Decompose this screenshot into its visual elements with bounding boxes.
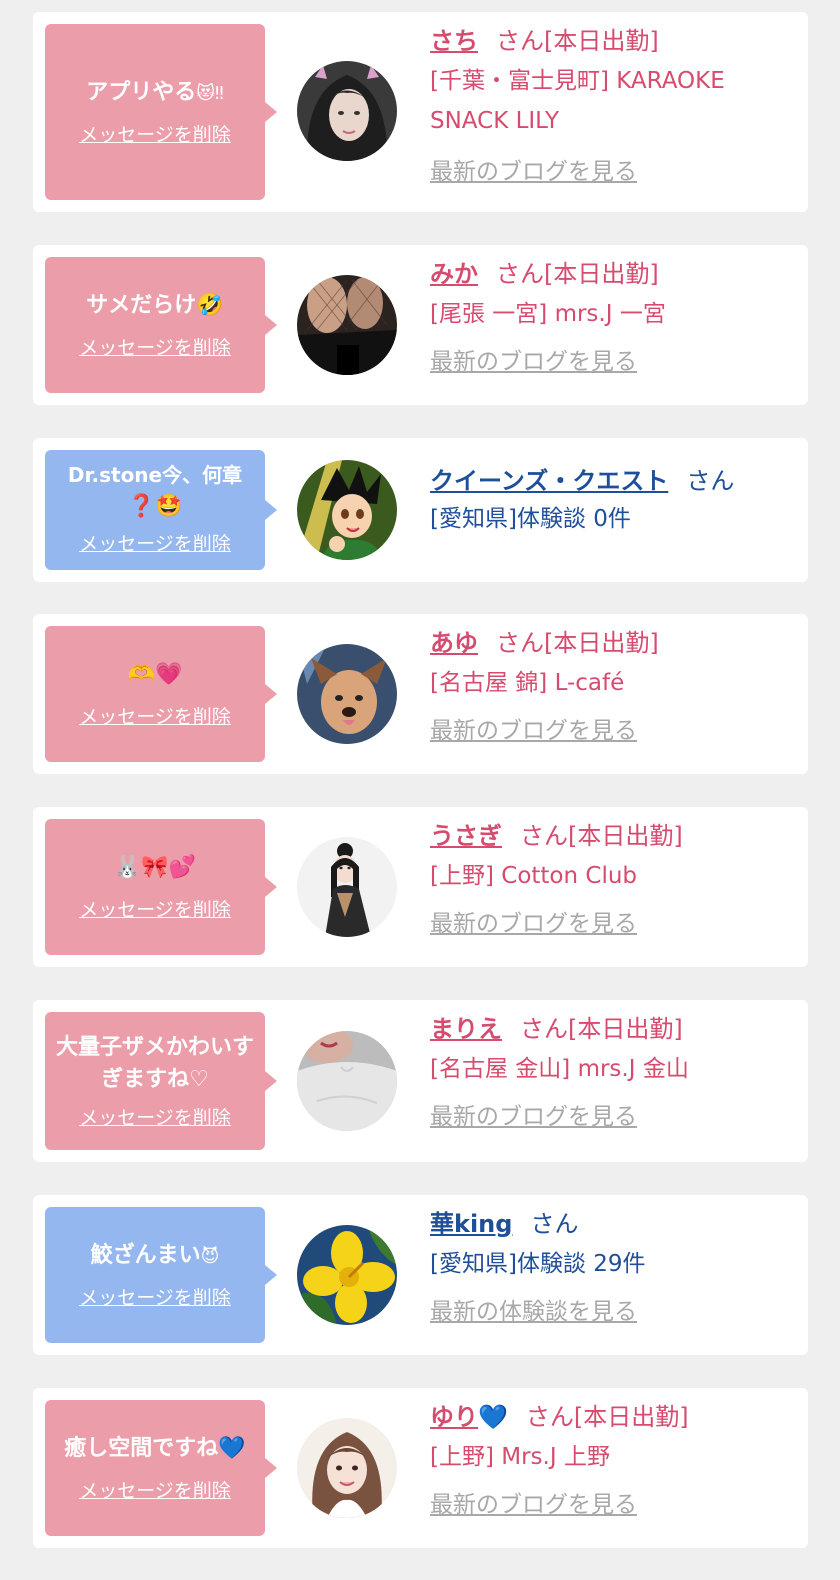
latest-blog-link[interactable]: 最新のブログを見る: [430, 152, 637, 186]
list-item: アプリやる😻‼ メッセージを削除 さち さん[本日出勤] [千葉・富士見町] KA…: [33, 12, 808, 212]
list-item: 🫶💗 メッセージを削除 あゆ さん[本日出勤] [名古屋 錦] L-café 最新…: [33, 614, 808, 774]
name-suffix: さん[本日出勤]: [520, 822, 683, 850]
profile-info: まりえ さん[本日出勤] [名古屋 金山] mrs.J 金山 最新のブログを見る: [430, 1014, 788, 1131]
latest-blog-link[interactable]: 最新のブログを見る: [430, 904, 637, 938]
shop-info[interactable]: [愛知県]体験談 29件: [430, 1244, 788, 1284]
list-item: Dr.stone今、何章 ❓🤩 メッセージを削除 クイーンズ・クエスト さん [愛知…: [33, 438, 808, 582]
list-item: 🐰🎀💕 メッセージを削除 うさぎ さん[本日出勤] [上野] Cotton Clu…: [33, 807, 808, 967]
shop-info[interactable]: [上野] Mrs.J 上野: [430, 1437, 788, 1477]
latest-review-link[interactable]: 最新の体験談を見る: [430, 1292, 637, 1326]
list-item: サメだらけ🤣 メッセージを削除 みか さん[本日出勤] [尾張 一宮] mrs.J…: [33, 245, 808, 405]
name-suffix: さん[本日出勤]: [496, 260, 659, 288]
name-line: さち さん[本日出勤]: [430, 26, 788, 57]
delete-message-link[interactable]: メッセージを削除: [79, 529, 231, 556]
message-text: 大量子ザメかわいすぎますね♡: [55, 1034, 254, 1092]
message-text: Dr.stone今、何章 ❓🤩: [68, 460, 242, 523]
delete-message-link[interactable]: メッセージを削除: [79, 333, 231, 360]
shop-info[interactable]: [千葉・富士見町] KARAOKE SNACK LILY: [430, 61, 788, 142]
name-line: あゆ さん[本日出勤]: [430, 628, 788, 659]
profile-info: さち さん[本日出勤] [千葉・富士見町] KARAOKE SNACK LILY …: [430, 26, 788, 186]
name-suffix: さん[本日出勤]: [496, 27, 659, 55]
shop-info[interactable]: [愛知県]体験談 0件: [430, 499, 788, 539]
avatar-yellow-flower[interactable]: [297, 1225, 397, 1325]
delete-message-link[interactable]: メッセージを削除: [79, 702, 231, 729]
message-text: サメだらけ🤣: [86, 290, 223, 322]
name-line: まりえ さん[本日出勤]: [430, 1014, 788, 1045]
profile-name-link[interactable]: うさぎ: [430, 822, 502, 850]
delete-message-link[interactable]: メッセージを削除: [79, 120, 231, 147]
profile-name-link[interactable]: ゆり💙: [430, 1403, 508, 1431]
profile-name-link[interactable]: まりえ: [430, 1015, 502, 1043]
list-item: 癒し空間ですね💙 メッセージを削除 ゆり💙 さん[本日出勤] [上野] Mrs.J…: [33, 1388, 808, 1548]
avatar-legs-photo[interactable]: [297, 275, 397, 375]
message-emoji: ❓🤩: [127, 494, 183, 519]
message-bubble: 🫶💗 メッセージを削除: [45, 626, 277, 762]
message-emoji: 🫶💗: [127, 661, 183, 687]
message-emoji: 💙: [218, 1435, 246, 1461]
name-line: みか さん[本日出勤]: [430, 259, 788, 290]
message-emoji: 🤣: [196, 292, 224, 318]
name-suffix: さん[本日出勤]: [520, 1015, 683, 1043]
message-bubble: サメだらけ🤣 メッセージを削除: [45, 257, 277, 393]
message-bubble: 鮫ざんまい😈 メッセージを削除: [45, 1207, 277, 1343]
avatar-dog-filter-photo[interactable]: [297, 644, 397, 744]
name-suffix: さん: [530, 1210, 579, 1238]
message-text: 癒し空間ですね💙: [64, 1433, 245, 1465]
message-bubble: 大量子ザメかわいすぎますね♡ メッセージを削除: [45, 1012, 277, 1150]
delete-message-link[interactable]: メッセージを削除: [79, 895, 231, 922]
name-suffix: さん[本日出勤]: [525, 1403, 689, 1431]
latest-blog-link[interactable]: 最新のブログを見る: [430, 342, 637, 376]
profile-info: うさぎ さん[本日出勤] [上野] Cotton Club 最新のブログを見る: [430, 821, 788, 938]
profile-name-link[interactable]: 華king: [430, 1210, 512, 1238]
message-emoji: 🐰🎀💕: [113, 854, 197, 880]
profile-name-link[interactable]: あゆ: [430, 629, 478, 657]
latest-blog-link[interactable]: 最新のブログを見る: [430, 711, 637, 745]
profile-name-link[interactable]: クイーンズ・クエスト: [430, 467, 668, 495]
latest-blog-link[interactable]: 最新のブログを見る: [430, 1097, 637, 1131]
profile-info: クイーンズ・クエスト さん [愛知県]体験談 0件: [430, 466, 788, 539]
list-item: 大量子ザメかわいすぎますね♡ メッセージを削除 まりえ さん[本日出勤] [名古屋…: [33, 1000, 808, 1162]
message-bubble: アプリやる😻‼ メッセージを削除: [45, 24, 277, 200]
profile-info: あゆ さん[本日出勤] [名古屋 錦] L-café 最新のブログを見る: [430, 628, 788, 745]
name-line: クイーンズ・クエスト さん: [430, 466, 788, 497]
delete-message-link[interactable]: メッセージを削除: [79, 1476, 231, 1503]
shop-info[interactable]: [名古屋 錦] L-café: [430, 663, 788, 703]
list-item: 鮫ざんまい😈 メッセージを削除 華king さん [愛知県]体験談 29件 最新…: [33, 1195, 808, 1355]
message-text: 🐰🎀💕: [114, 852, 196, 884]
favorite-list: アプリやる😻‼ メッセージを削除 さち さん[本日出勤] [千葉・富士見町] KA…: [0, 0, 840, 1580]
shop-info[interactable]: [尾張 一宮] mrs.J 一宮: [430, 294, 788, 334]
avatar-kimono-girl-photo[interactable]: [297, 837, 397, 937]
name-suffix: さん: [686, 467, 735, 495]
delete-message-link[interactable]: メッセージを削除: [79, 1283, 231, 1310]
message-text: 🫶💗: [128, 659, 183, 691]
profile-info: ゆり💙 さん[本日出勤] [上野] Mrs.J 上野 最新のブログを見る: [430, 1402, 788, 1519]
profile-name-link[interactable]: みか: [430, 260, 478, 288]
message-bubble: Dr.stone今、何章 ❓🤩 メッセージを削除: [45, 450, 277, 570]
message-emoji: 😻‼: [196, 82, 224, 104]
message-bubble: 癒し空間ですね💙 メッセージを削除: [45, 1400, 277, 1536]
name-suffix: さん[本日出勤]: [496, 629, 659, 657]
profile-info: 華king さん [愛知県]体験談 29件 最新の体験談を見る: [430, 1209, 788, 1326]
shop-info[interactable]: [名古屋 金山] mrs.J 金山: [430, 1049, 788, 1089]
avatar-anime-boy[interactable]: [297, 460, 397, 560]
latest-blog-link[interactable]: 最新のブログを見る: [430, 1485, 637, 1519]
profile-name-link[interactable]: さち: [430, 27, 478, 55]
avatar-woman-hair-photo[interactable]: [297, 61, 397, 161]
shop-info[interactable]: [上野] Cotton Club: [430, 856, 788, 896]
name-line: うさぎ さん[本日出勤]: [430, 821, 788, 852]
message-text: 鮫ざんまい😈: [91, 1240, 220, 1272]
delete-message-link[interactable]: メッセージを削除: [79, 1103, 231, 1130]
heart-icon: 💙: [478, 1403, 508, 1431]
avatar-smiling-woman-photo[interactable]: [297, 1418, 397, 1518]
message-emoji: 😈: [200, 1245, 220, 1267]
name-line: ゆり💙 さん[本日出勤]: [430, 1402, 788, 1433]
message-bubble: 🐰🎀💕 メッセージを削除: [45, 819, 277, 955]
profile-info: みか さん[本日出勤] [尾張 一宮] mrs.J 一宮 最新のブログを見る: [430, 259, 788, 376]
name-line: 華king さん: [430, 1209, 788, 1240]
message-text: アプリやる😻‼: [86, 77, 224, 109]
avatar-white-top-photo[interactable]: [297, 1031, 397, 1131]
